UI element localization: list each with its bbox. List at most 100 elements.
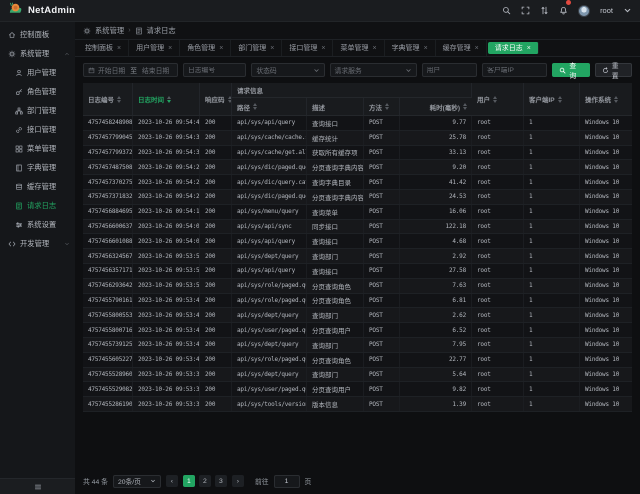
breadcrumb-item[interactable]: 系统管理 (95, 26, 124, 36)
sidebar-item-request-log[interactable]: 请求日志 (0, 196, 75, 215)
cell-id: 475745629364229 (83, 279, 133, 293)
sidebar-item-cache[interactable]: 缓存管理 (0, 177, 75, 196)
table-row[interactable]: 4757455528960052023-10-26 09:53:38200api… (83, 368, 632, 383)
request-service-select[interactable]: 请求服务 (330, 63, 417, 77)
table-row[interactable]: 4757458248908852023-10-26 09:54:45200api… (83, 116, 632, 131)
tab-控制面板[interactable]: 控制面板× (78, 40, 129, 56)
book-icon (15, 164, 23, 172)
cell-user: root (472, 175, 524, 189)
page-button-2[interactable]: 2 (199, 475, 211, 487)
column-header-duration[interactable]: 耗时(毫秒) (400, 98, 472, 115)
table-row[interactable]: 4757457370275892023-10-26 09:54:23200api… (83, 175, 632, 190)
sidebar-item-dashboard[interactable]: 控制面板 (0, 25, 75, 44)
column-header-os[interactable]: 操作系统 (580, 83, 632, 115)
table-row[interactable]: 4757456884695092023-10-26 09:54:11200api… (83, 205, 632, 220)
status-code-select[interactable]: 状态码 (251, 63, 324, 77)
close-icon[interactable]: × (527, 45, 531, 52)
table-row[interactable]: 4757456601088052023-10-26 09:54:04200api… (83, 234, 632, 249)
avatar[interactable] (578, 5, 590, 17)
table-row[interactable]: 4757455739125812023-10-26 09:53:43200api… (83, 338, 632, 353)
goto-page-input[interactable] (274, 475, 300, 488)
column-header-code[interactable]: 响应码 (200, 83, 232, 115)
close-icon[interactable]: × (219, 45, 223, 52)
tab-菜单管理[interactable]: 菜单管理× (333, 40, 384, 56)
table-row[interactable]: 4757456293642292023-10-26 09:53:57200api… (83, 279, 632, 294)
filter-bar: 开始日期 至 结束日期 状态码 请求服务 (83, 63, 632, 77)
sidebar-item-menu[interactable]: 菜单管理 (0, 139, 75, 158)
tab-请求日志[interactable]: 请求日志× (488, 42, 539, 54)
table-row[interactable]: 4757455800716852023-10-26 09:53:45200api… (83, 323, 632, 338)
log-id-input[interactable] (188, 67, 241, 74)
sidebar-item-dict[interactable]: 字典管理 (0, 158, 75, 177)
tab-角色管理[interactable]: 角色管理× (180, 40, 231, 56)
cell-duration: 4.68 (400, 234, 472, 248)
tab-字典管理[interactable]: 字典管理× (385, 40, 436, 56)
search-button[interactable]: 查询 (552, 63, 589, 77)
cell-id: 475745580055301 (83, 308, 133, 322)
sidebar-item-user[interactable]: 用户管理 (0, 63, 75, 82)
page-size-select[interactable]: 20条/页 (113, 475, 161, 488)
table-row[interactable]: 4757457799372852023-10-26 09:54:34200api… (83, 146, 632, 161)
username[interactable]: root (600, 6, 613, 15)
cell-id: 475745824890885 (83, 116, 133, 130)
reset-button[interactable]: 重置 (595, 63, 632, 77)
column-header-ip[interactable]: 客户端IP (524, 83, 580, 115)
table-row[interactable]: 4757456357171252023-10-26 09:53:58200api… (83, 264, 632, 279)
font-size-icon[interactable] (540, 6, 549, 15)
sidebar-item-api[interactable]: 接口管理 (0, 120, 75, 139)
cell-ip: 1 (524, 308, 580, 322)
fullscreen-icon[interactable] (521, 6, 530, 15)
date-range-picker[interactable]: 开始日期 至 结束日期 (83, 63, 178, 77)
bell-icon[interactable] (559, 6, 568, 15)
table-row[interactable]: 4757455605227572023-10-26 09:53:40200api… (83, 353, 632, 368)
search-icon[interactable] (502, 6, 511, 15)
sidebar-collapse-button[interactable] (0, 478, 75, 494)
column-header-path[interactable]: 路径 (232, 98, 307, 115)
column-header-id[interactable]: 日志编号 (83, 83, 133, 115)
sidebar-item-dept[interactable]: 部门管理 (0, 101, 75, 120)
close-icon[interactable]: × (321, 45, 325, 52)
close-icon[interactable]: × (475, 45, 479, 52)
close-icon[interactable]: × (117, 45, 121, 52)
app-brand[interactable]: NetAdmin (8, 1, 75, 21)
table-row[interactable]: 4757456600637492023-10-26 09:54:04200api… (83, 220, 632, 235)
page-button-3[interactable]: 3 (215, 475, 227, 487)
table-row[interactable]: 4757455529082932023-10-26 09:53:38200api… (83, 382, 632, 397)
tab-缓存管理[interactable]: 缓存管理× (436, 40, 487, 56)
prev-page-button[interactable]: ‹ (166, 475, 178, 487)
client-ip-input[interactable] (487, 67, 542, 74)
tab-部门管理[interactable]: 部门管理× (231, 40, 282, 56)
tab-用户管理[interactable]: 用户管理× (129, 40, 180, 56)
table-row[interactable]: 4757456324567092023-10-26 09:53:58200api… (83, 249, 632, 264)
cell-time: 2023-10-26 09:53:38 (133, 382, 200, 396)
tab-接口管理[interactable]: 接口管理× (282, 40, 333, 56)
table-row[interactable]: 4757457799045172023-10-26 09:54:34200api… (83, 131, 632, 146)
chevron-down-icon[interactable] (623, 6, 632, 15)
column-header-method[interactable]: 方法 (364, 98, 400, 115)
column-header-time[interactable]: 日志时间 (133, 83, 200, 115)
cell-time: 2023-10-26 09:53:38 (133, 368, 200, 382)
close-icon[interactable]: × (372, 45, 376, 52)
sidebar-item-label: 开发管理 (20, 239, 49, 249)
chevron-down-icon (64, 241, 70, 247)
sidebar-item-settings[interactable]: 系统设置 (0, 215, 75, 234)
sidebar-item-system[interactable]: 系统管理 (0, 44, 75, 63)
table-row[interactable]: 4757457487508532023-10-26 09:54:24200api… (83, 160, 632, 175)
table-row[interactable]: 4757455800553012023-10-26 09:53:45200api… (83, 308, 632, 323)
column-header-user[interactable]: 用户 (472, 83, 524, 115)
table-row[interactable]: 4757457371832372023-10-26 09:54:23200api… (83, 190, 632, 205)
cell-user: root (472, 368, 524, 382)
table-row[interactable]: 4757455790161972023-10-26 09:53:45200api… (83, 294, 632, 309)
page-size-label: 20条/页 (118, 476, 141, 486)
close-icon[interactable]: × (168, 45, 172, 52)
next-page-button[interactable]: › (232, 475, 244, 487)
sidebar-item-role[interactable]: 角色管理 (0, 82, 75, 101)
column-label: 客户端IP (529, 94, 555, 104)
sidebar-item-dev[interactable]: 开发管理 (0, 234, 75, 253)
close-icon[interactable]: × (270, 45, 274, 52)
sidebar-item-label: 字典管理 (27, 163, 56, 173)
close-icon[interactable]: × (424, 45, 428, 52)
user-input[interactable] (427, 67, 472, 74)
table-row[interactable]: 4757455286190132023-10-26 09:53:32200api… (83, 397, 632, 412)
page-button-1[interactable]: 1 (183, 475, 195, 487)
